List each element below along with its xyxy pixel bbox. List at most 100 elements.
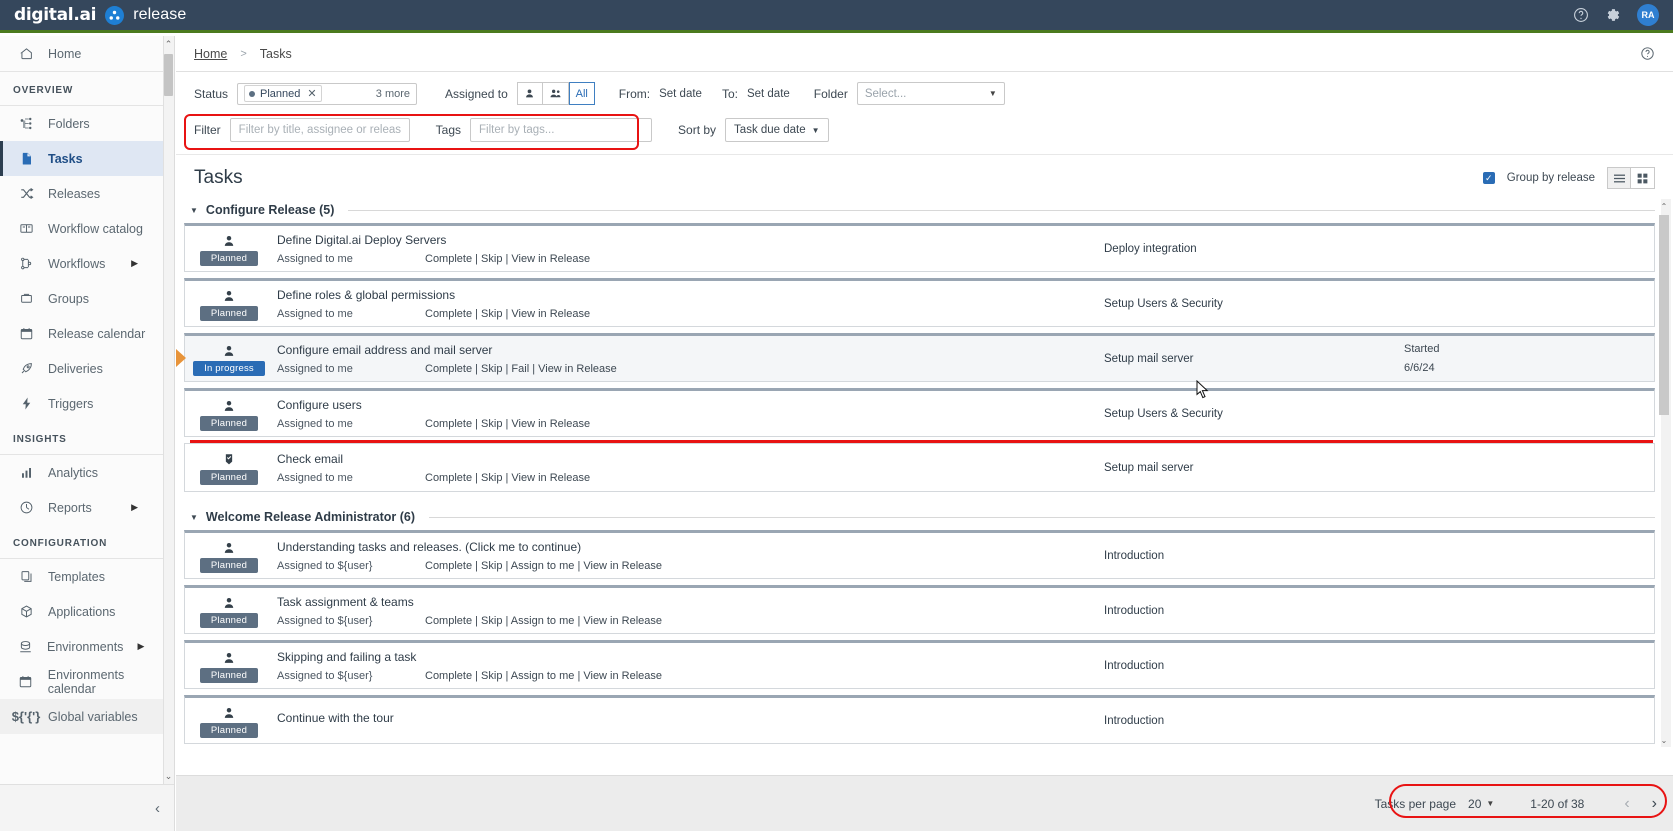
task-title[interactable]: Skipping and failing a task (277, 650, 1104, 664)
table-row[interactable]: Planned Define Digital.ai Deploy Servers… (184, 223, 1655, 272)
table-row[interactable]: Planned Task assignment & teams Assigned… (184, 585, 1655, 634)
sidebar-item-applications[interactable]: Applications (0, 594, 174, 629)
task-title[interactable]: Understanding tasks and releases. (Click… (277, 540, 1104, 554)
status-chip-planned[interactable]: Planned ✕ (244, 85, 322, 102)
sidebar-item-release-calendar[interactable]: Release calendar (0, 316, 174, 351)
sidebar: Home OVERVIEW Folders Tasks Releases Wor… (0, 36, 175, 831)
task-release: Setup mail server (1104, 352, 1194, 365)
task-assignee: Assigned to me (277, 252, 353, 265)
task-title[interactable]: Define roles & global permissions (277, 288, 1104, 302)
task-date-label: Started (1404, 343, 1440, 355)
scroll-up-icon[interactable]: ⌃ (1659, 199, 1669, 213)
task-actions[interactable]: Complete | Skip | View in Release (425, 472, 590, 484)
sidebar-item-deliveries[interactable]: Deliveries (0, 351, 174, 386)
status-filter[interactable]: Planned ✕ 3 more (237, 82, 418, 105)
to-date-value[interactable]: Set date (747, 88, 790, 100)
task-actions[interactable]: Complete | Skip | Assign to me | View in… (425, 560, 662, 572)
task-title[interactable]: Task assignment & teams (277, 595, 1104, 609)
from-date-value[interactable]: Set date (659, 88, 702, 100)
task-title[interactable]: Check email (277, 452, 1104, 466)
chevron-right-icon[interactable]: ▶ (131, 258, 138, 269)
sidebar-item-home[interactable]: Home (0, 36, 174, 71)
group-by-release-checkbox[interactable]: ✓ (1482, 172, 1495, 184)
sort-by-select[interactable]: Task due date ▼ (725, 118, 829, 142)
sidebar-item-releases[interactable]: Releases (0, 176, 174, 211)
filter-input[interactable] (229, 118, 410, 142)
chevron-down-icon[interactable]: ▼ (190, 513, 198, 522)
filter-bar: Status Planned ✕ 3 more Assigned to All (176, 72, 1673, 155)
assigned-to-person-button[interactable] (516, 82, 543, 105)
previous-page-button[interactable]: ‹ (1624, 795, 1629, 813)
sidebar-collapse-button[interactable]: ‹ (0, 784, 174, 831)
table-row[interactable]: Planned Check email Assigned to me Compl… (184, 443, 1655, 492)
task-actions[interactable]: Complete | Skip | Fail | View in Release (425, 363, 617, 375)
task-title[interactable]: Define Digital.ai Deploy Servers (277, 233, 1104, 247)
sidebar-item-folders[interactable]: Folders (0, 106, 174, 141)
sidebar-item-templates[interactable]: Templates (0, 559, 174, 594)
sidebar-item-workflows[interactable]: Workflows ▶ (0, 246, 174, 281)
chevron-down-icon[interactable]: ▼ (1486, 799, 1494, 808)
sidebar-item-tasks[interactable]: Tasks (0, 141, 174, 176)
chevron-down-icon: ▼ (811, 125, 820, 135)
task-list-scrollbar[interactable]: ⌃ ⌄ (1659, 199, 1671, 747)
brand-logo[interactable]: digital.ai release (0, 5, 186, 25)
gear-icon[interactable] (1605, 7, 1621, 23)
group-header-configure-release[interactable]: ▼ Configure Release (5) (184, 195, 1655, 223)
chevron-down-icon[interactable]: ▼ (190, 206, 198, 215)
task-actions[interactable]: Complete | Skip | View in Release (425, 418, 590, 430)
sidebar-item-global-variables[interactable]: ${'{'} Global variables (0, 699, 174, 734)
sidebar-item-workflow-catalog[interactable]: Workflow catalog (0, 211, 174, 246)
group-header-welcome-release-administrator[interactable]: ▼ Welcome Release Administrator (6) (184, 498, 1655, 530)
help-icon[interactable] (1573, 7, 1589, 23)
list-view-icon[interactable] (1607, 167, 1631, 189)
close-icon[interactable]: ✕ (307, 87, 316, 100)
table-row[interactable]: Planned Skipping and failing a task Assi… (184, 640, 1655, 689)
next-page-button[interactable]: › (1652, 795, 1657, 813)
sidebar-item-reports[interactable]: Reports ▶ (0, 490, 174, 525)
task-list-scrollbar-thumb[interactable] (1659, 215, 1669, 415)
task-icon-column: Planned (185, 281, 273, 326)
scroll-down-icon[interactable]: ⌄ (164, 768, 173, 784)
table-row[interactable]: Planned Configure users Assigned to me C… (184, 388, 1655, 437)
status-badge: Planned (199, 667, 259, 683)
sidebar-item-analytics[interactable]: Analytics (0, 455, 174, 490)
tasks-per-page-value[interactable]: 20 (1468, 797, 1481, 811)
table-row[interactable]: In progress Configure email address and … (176, 333, 1655, 382)
sidebar-item-environments-calendar[interactable]: Environments calendar (0, 664, 174, 699)
task-title[interactable]: Continue with the tour (277, 711, 1104, 725)
scroll-up-icon[interactable]: ⌃ (164, 36, 173, 52)
chevron-right-icon[interactable]: ▶ (137, 641, 144, 652)
table-row[interactable]: Planned Continue with the tour Introduct… (184, 695, 1655, 744)
sidebar-item-groups[interactable]: Groups (0, 281, 174, 316)
assigned-to-all-button[interactable]: All (568, 82, 595, 105)
view-toggle-group (1607, 167, 1655, 189)
task-actions[interactable]: Complete | Skip | View in Release (425, 308, 590, 320)
assigned-to-team-button[interactable] (542, 82, 569, 105)
task-actions[interactable]: Complete | Skip | View in Release (425, 253, 590, 265)
task-title[interactable]: Configure email address and mail server (277, 343, 1104, 357)
task-main: Define roles & global permissions Assign… (273, 281, 1104, 326)
user-avatar[interactable]: RA (1637, 4, 1659, 26)
task-release: Setup mail server (1104, 461, 1194, 474)
grid-view-icon[interactable] (1631, 167, 1655, 189)
task-release: Deploy integration (1104, 242, 1197, 255)
task-assignee: Assigned to me (277, 362, 353, 375)
help-icon[interactable] (1640, 46, 1655, 61)
task-actions[interactable]: Complete | Skip | Assign to me | View in… (425, 615, 662, 627)
table-row[interactable]: Planned Define roles & global permission… (184, 278, 1655, 327)
sidebar-item-environments[interactable]: Environments ▶ (0, 629, 174, 664)
sidebar-scrollbar[interactable]: ⌃ ⌄ (163, 36, 174, 784)
chevron-right-icon[interactable]: ▶ (131, 502, 138, 513)
scroll-down-icon[interactable]: ⌄ (1659, 733, 1669, 747)
sidebar-item-triggers[interactable]: Triggers (0, 386, 174, 421)
tags-input[interactable] (470, 118, 653, 142)
task-title[interactable]: Configure users (277, 398, 1104, 412)
task-assignee: Assigned to ${user} (277, 559, 373, 572)
breadcrumb-current: Tasks (259, 46, 292, 61)
task-actions[interactable]: Complete | Skip | Assign to me | View in… (425, 670, 662, 682)
folder-select[interactable]: Select... ▼ (856, 82, 1005, 105)
status-more-count[interactable]: 3 more (376, 88, 410, 100)
breadcrumb-home[interactable]: Home (194, 47, 227, 61)
table-row[interactable]: Planned Understanding tasks and releases… (184, 530, 1655, 579)
sidebar-scrollbar-thumb[interactable] (164, 54, 173, 96)
